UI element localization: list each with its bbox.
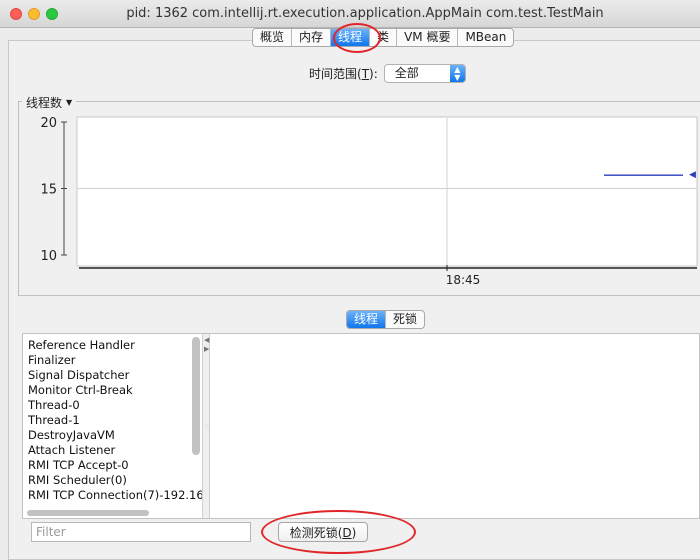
thread-panel: Reference Handler Finalizer Signal Dispatc… [22, 333, 700, 519]
tab-thread-list[interactable]: 线程 [347, 311, 387, 328]
detect-deadlock-button[interactable]: 检测死锁(D) [278, 522, 368, 542]
thread-list-item[interactable]: Reference Handler [28, 338, 198, 353]
thread-tab-bar: 线程 死锁 [346, 310, 426, 329]
tab-deadlock[interactable]: 死锁 [386, 311, 424, 328]
thread-list-item[interactable]: DestroyJavaVM [28, 428, 198, 443]
collapse-left-icon[interactable]: ◀ [204, 337, 209, 344]
series-end-marker-icon: ◀ [689, 170, 696, 180]
y-tick-label: 15 [40, 183, 57, 198]
thread-list-item[interactable]: Signal Dispatcher [28, 368, 198, 383]
thread-list-item[interactable]: RMI TCP Accept-0 [28, 458, 198, 473]
thread-list-item[interactable]: Thread-1 [28, 413, 198, 428]
drag-handle-icon: ⁘ [204, 423, 210, 431]
thread-list-item[interactable]: Thread-0 [28, 398, 198, 413]
x-tick-label: 18:45 [446, 273, 481, 287]
expand-right-icon[interactable]: ▶ [204, 346, 209, 353]
vertical-scrollbar[interactable] [192, 337, 200, 455]
y-tick-label: 20 [40, 116, 57, 131]
thread-list-item[interactable]: Finalizer [28, 353, 198, 368]
plot-area [76, 116, 698, 267]
y-tick-label: 10 [40, 249, 57, 264]
thread-filter-input[interactable] [31, 522, 251, 542]
horizontal-scrollbar[interactable] [27, 510, 149, 516]
thread-count-chart: 10 15 20 18:45 [40, 116, 698, 287]
split-pane-divider[interactable]: ◀ ▶ ⁘ [202, 334, 210, 518]
thread-list-item[interactable]: Attach Listener [28, 443, 198, 458]
thread-list-item[interactable]: RMI TCP Connection(7)-192.16 [28, 488, 204, 503]
thread-list-item[interactable]: RMI Scheduler(0) [28, 473, 198, 488]
thread-list[interactable]: Reference Handler Finalizer Signal Dispatc… [28, 338, 204, 503]
thread-list-item[interactable]: Monitor Ctrl-Break [28, 383, 198, 398]
